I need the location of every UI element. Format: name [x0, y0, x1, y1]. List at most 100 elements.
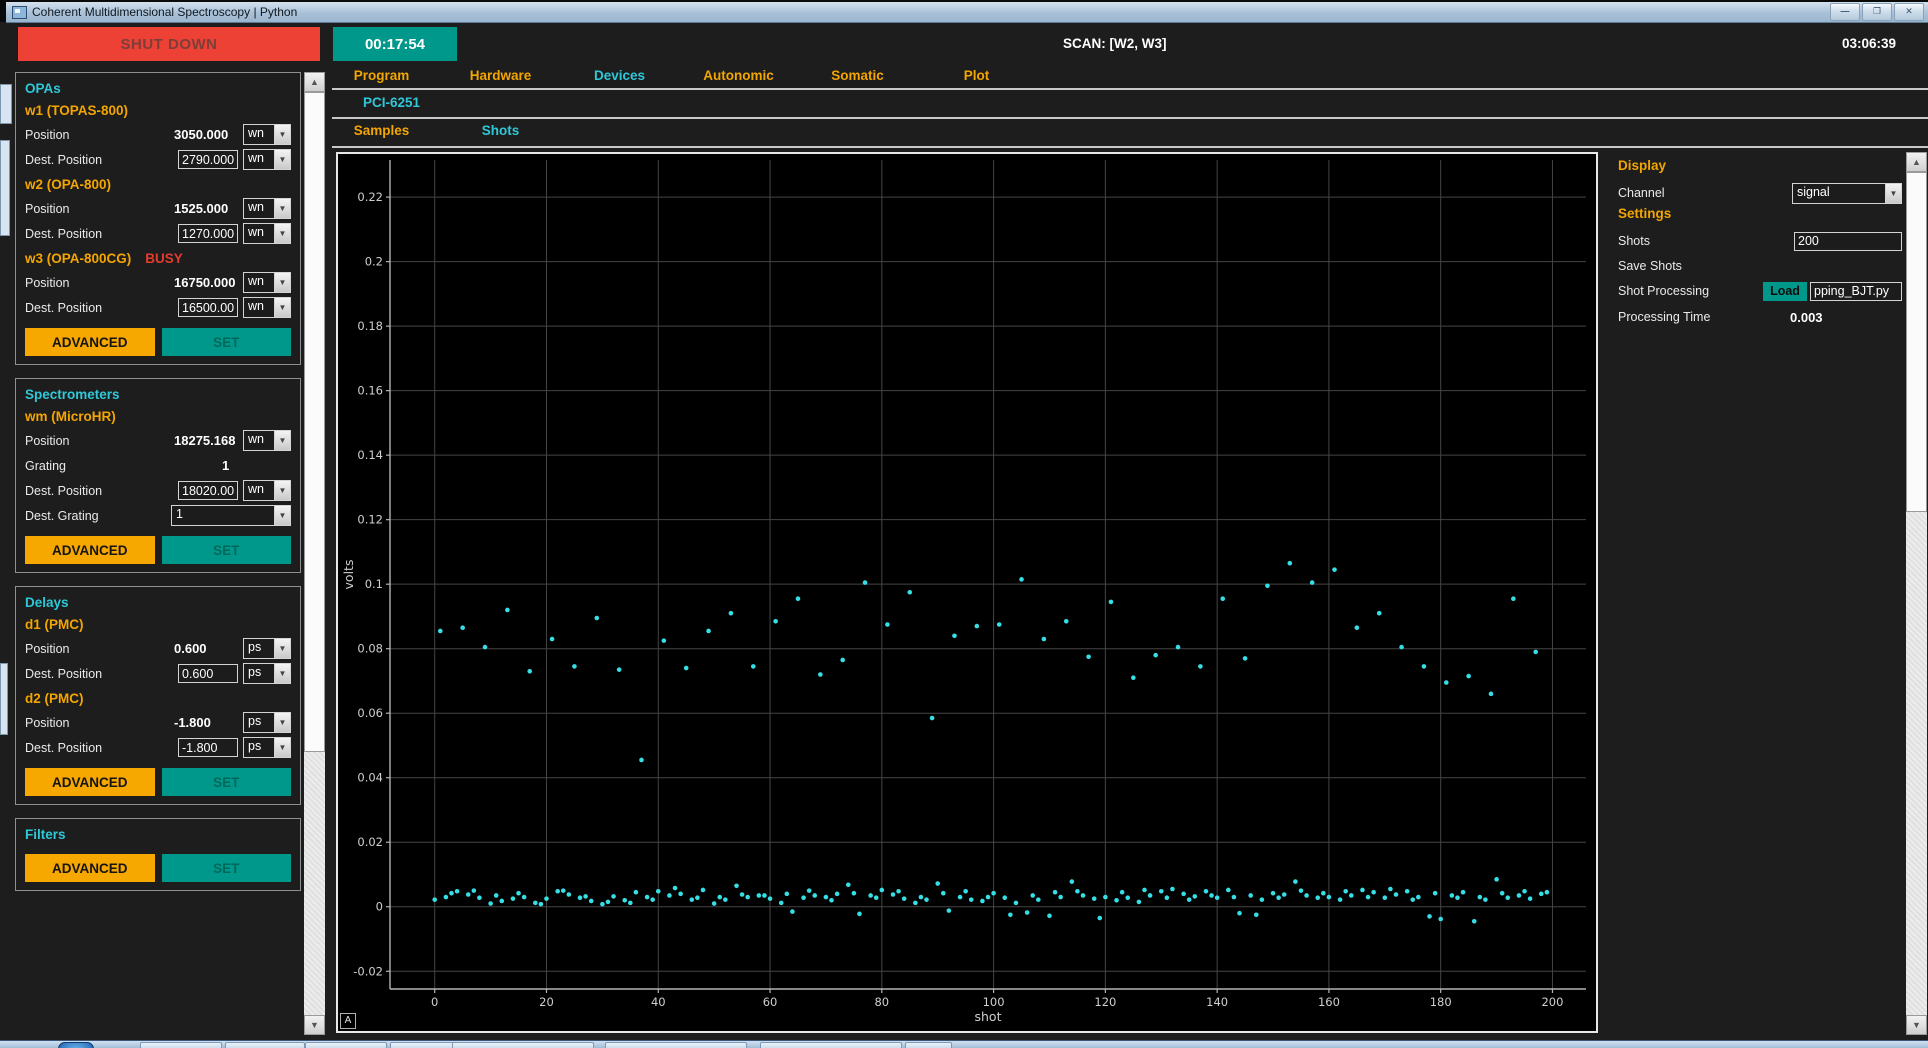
chevron-down-icon[interactable]: ▼ [274, 150, 290, 169]
set-button[interactable]: SET [162, 768, 292, 796]
scroll-up-icon[interactable]: ▲ [1906, 152, 1927, 172]
panel-scrollbar-thumb[interactable] [1906, 172, 1927, 512]
svg-text:120: 120 [1094, 995, 1116, 1009]
taskbar-button[interactable] [305, 1042, 387, 1048]
main-tab-row: ProgramHardwareDevicesAutonomicSomaticPl… [322, 68, 1036, 83]
dest-position-input[interactable] [178, 298, 238, 317]
unit-select[interactable]: wn▼ [243, 272, 291, 293]
close-button[interactable]: ✕ [1894, 3, 1924, 21]
chevron-down-icon[interactable]: ▼ [274, 273, 290, 292]
scroll-down-icon[interactable]: ▼ [1906, 1015, 1927, 1035]
chevron-down-icon[interactable]: ▼ [274, 298, 290, 317]
dest-position-input[interactable] [178, 481, 238, 500]
position-value: 1525.000 [174, 201, 238, 216]
svg-text:0.14: 0.14 [357, 448, 383, 462]
dest-position-input[interactable] [178, 150, 238, 169]
save-shots-row: Save Shots [1618, 254, 1902, 278]
unit-select-value: wn [244, 125, 274, 144]
advanced-button[interactable]: ADVANCED [25, 768, 155, 796]
advanced-button[interactable]: ADVANCED [25, 854, 155, 882]
sidebar-scrollbar-thumb[interactable] [304, 92, 325, 752]
field-label: Position [25, 202, 174, 216]
device-name-text: w2 (OPA-800) [25, 177, 111, 192]
chevron-down-icon[interactable]: ▼ [274, 431, 290, 450]
unit-select[interactable]: ps▼ [243, 638, 291, 659]
unit-select[interactable]: wn▼ [243, 430, 291, 451]
dest-position-input[interactable] [178, 738, 238, 757]
autoscale-button[interactable]: A [340, 1013, 356, 1029]
unit-select[interactable]: wn▼ [243, 198, 291, 219]
chevron-down-icon[interactable]: ▼ [274, 224, 290, 243]
tab-somatic[interactable]: Somatic [798, 68, 917, 83]
sidebar-section-spectrometers: Spectrometerswm (MicroHR)Position18275.1… [15, 378, 301, 573]
tab-plot[interactable]: Plot [917, 68, 1036, 83]
set-button[interactable]: SET [162, 328, 292, 356]
channel-select[interactable]: signal ▼ [1792, 183, 1902, 204]
minimize-button[interactable]: — [1830, 3, 1860, 21]
unit-select-value: wn [244, 481, 274, 500]
device-name: wm (MicroHR) [25, 405, 291, 427]
chevron-down-icon[interactable]: ▼ [274, 738, 290, 757]
svg-text:60: 60 [763, 995, 778, 1009]
chevron-down-icon[interactable]: ▼ [1885, 184, 1901, 203]
device-name-text: d2 (PMC) [25, 691, 84, 706]
scatter-chart-canvas[interactable]: -0.0200.020.040.060.080.10.120.140.160.1… [338, 154, 1596, 1031]
unit-select-value: ps [244, 639, 274, 658]
panel-scrollbar[interactable]: ▲ ▼ [1906, 152, 1927, 1035]
dest-position-input[interactable] [178, 224, 238, 243]
chevron-down-icon[interactable]: ▼ [274, 713, 290, 732]
sidebar-scrollbar[interactable]: ▲ ▼ [304, 72, 325, 1035]
field-row: Position18275.168wn▼ [25, 429, 291, 452]
chevron-down-icon[interactable]: ▼ [274, 639, 290, 658]
tab-devices[interactable]: Devices [560, 68, 679, 83]
dest-grating-select[interactable]: 1▼ [171, 505, 291, 526]
taskbar-button[interactable] [760, 1042, 902, 1048]
taskbar-button[interactable] [452, 1042, 594, 1048]
field-label: Dest. Position [25, 301, 178, 315]
unit-select[interactable]: ps▼ [243, 663, 291, 684]
titlebar: Coherent Multidimensional Spectroscopy |… [6, 2, 1928, 23]
svg-text:-0.02: -0.02 [353, 964, 383, 978]
unit-select[interactable]: wn▼ [243, 223, 291, 244]
set-button[interactable]: SET [162, 854, 292, 882]
chevron-down-icon[interactable]: ▼ [274, 481, 290, 500]
separator [332, 146, 1928, 148]
unit-select[interactable]: wn▼ [243, 149, 291, 170]
scroll-down-icon[interactable]: ▼ [304, 1015, 325, 1035]
unit-select[interactable]: wn▼ [243, 124, 291, 145]
shots-scatter-plot[interactable]: -0.0200.020.040.060.080.10.120.140.160.1… [336, 152, 1598, 1033]
dest-position-input[interactable] [178, 664, 238, 683]
tab-autonomic[interactable]: Autonomic [679, 68, 798, 83]
chevron-down-icon[interactable]: ▼ [274, 199, 290, 218]
unit-select[interactable]: ps▼ [243, 737, 291, 758]
subtab-samples[interactable]: Samples [322, 123, 441, 138]
shots-input[interactable] [1794, 232, 1902, 251]
tab-program[interactable]: Program [322, 68, 441, 83]
processing-script-input[interactable] [1810, 282, 1902, 301]
advanced-button[interactable]: ADVANCED [25, 536, 155, 564]
section-title: OPAs [25, 79, 291, 99]
taskbar-button[interactable] [225, 1042, 305, 1048]
chevron-down-icon[interactable]: ▼ [274, 664, 290, 683]
start-orb-icon[interactable] [58, 1042, 94, 1048]
tab-hardware[interactable]: Hardware [441, 68, 560, 83]
load-button[interactable]: Load [1763, 282, 1807, 301]
taskbar-button[interactable] [605, 1042, 747, 1048]
unit-select[interactable]: wn▼ [243, 297, 291, 318]
set-button[interactable]: SET [162, 536, 292, 564]
taskbar-button[interactable] [140, 1042, 222, 1048]
chevron-down-icon[interactable]: ▼ [274, 506, 290, 525]
tab-pci-6251[interactable]: PCI-6251 [332, 95, 451, 110]
restore-button[interactable]: ❐ [1862, 3, 1892, 21]
field-row: Dest. Position wn▼ [25, 296, 291, 319]
unit-select[interactable]: wn▼ [243, 480, 291, 501]
advanced-button[interactable]: ADVANCED [25, 328, 155, 356]
field-label: Position [25, 642, 174, 656]
taskbar-button[interactable] [905, 1042, 952, 1048]
chevron-down-icon[interactable]: ▼ [274, 125, 290, 144]
subtab-shots[interactable]: Shots [441, 123, 560, 138]
section-buttons: ADVANCEDSET [25, 536, 291, 564]
unit-select[interactable]: ps▼ [243, 712, 291, 733]
field-label: Position [25, 276, 174, 290]
shutdown-button[interactable]: SHUT DOWN [18, 27, 320, 61]
